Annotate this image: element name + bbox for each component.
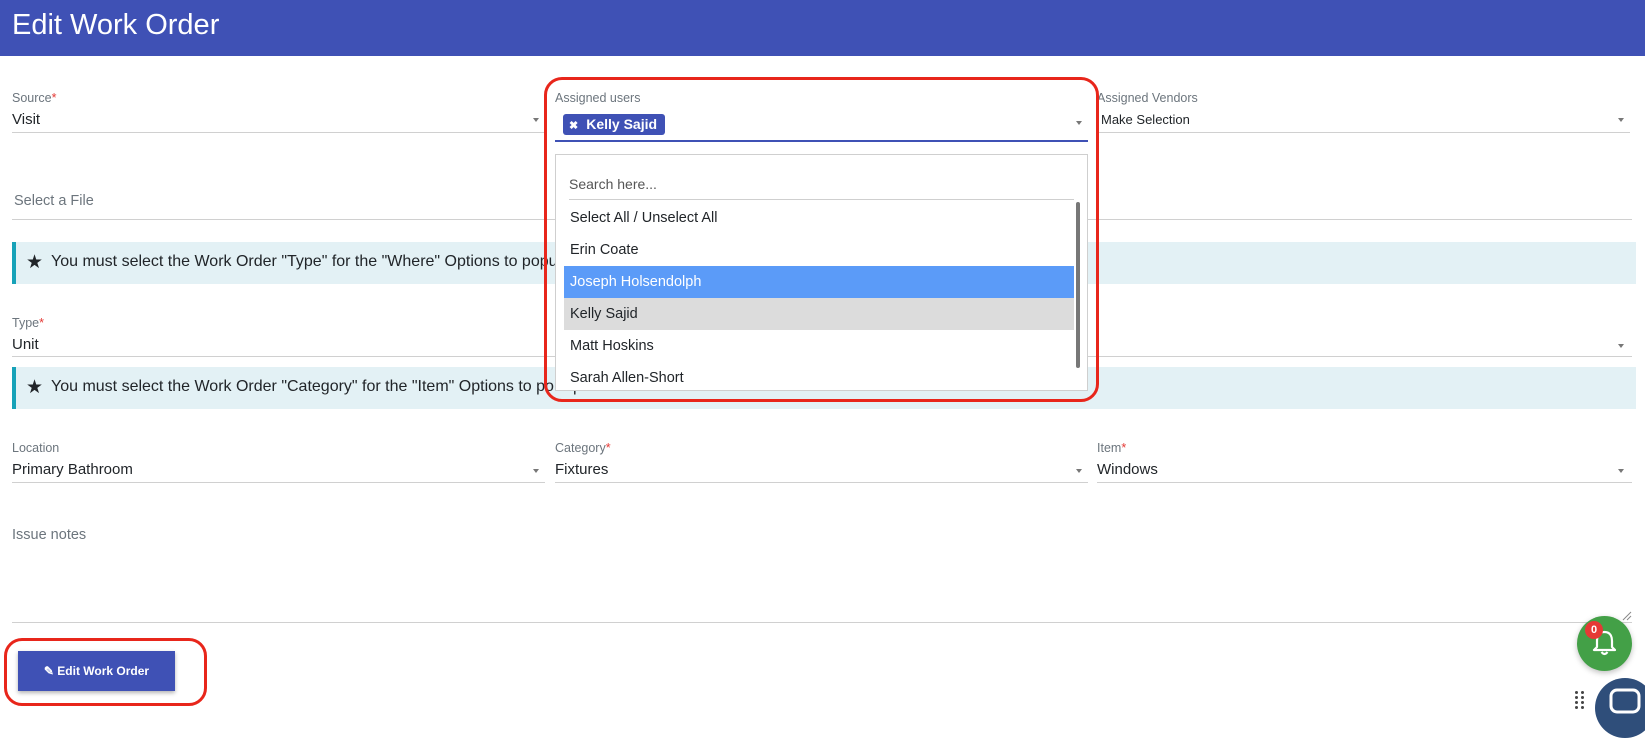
category-label: Category* [555,441,611,455]
edit-icon: ✎ [43,664,54,678]
location-select[interactable] [12,482,545,483]
assigned-vendors-select[interactable] [1097,132,1630,133]
edit-work-order-button[interactable]: ✎ Edit Work Order [18,651,175,691]
bell-icon [1592,630,1617,656]
source-label: Source* [12,91,57,105]
location-label: Location [12,441,60,455]
item-caret-icon [1618,469,1624,473]
file-input-placeholder: Select a File [14,193,94,209]
assigned-vendors-value: Make Selection [1101,112,1190,127]
chat-icon [1609,688,1641,714]
category-alert-text: You must select the Work Order "Category… [51,378,554,395]
type-alert-text: You must select the Work Order "Type" fo… [51,253,558,270]
item-value: Windows [1097,461,1158,478]
page-header: Edit Work Order [0,0,1645,56]
category-select[interactable] [555,482,1088,483]
source-select[interactable] [12,132,545,133]
item-label: Item* [1097,441,1127,455]
chat-launcher-button[interactable] [1595,678,1645,738]
issue-notes-placeholder: Issue notes [12,527,87,543]
source-value: Visit [12,111,41,128]
assigned-vendors-caret-icon [1618,118,1624,122]
issue-notes-textarea[interactable] [12,622,1632,623]
assigned-vendors-label: Assigned Vendors [1097,91,1198,105]
type-label: Type* [12,316,44,330]
type-value: Unit [12,336,39,353]
star-icon: ★ [26,377,44,398]
drag-grip-icon[interactable] [1575,691,1587,711]
location-value: Primary Bathroom [12,461,133,478]
page-title: Edit Work Order [12,9,220,41]
source-caret-icon [533,118,539,122]
category-value: Fixtures [555,461,609,478]
star-icon: ★ [26,252,44,273]
notification-count-badge: 0 [1585,621,1603,639]
item-select[interactable] [1097,482,1632,483]
edit-work-order-button-label: Edit Work Order [57,664,150,678]
assigned-users-highlight [544,77,1099,402]
category-caret-icon [1076,469,1082,473]
location-caret-icon [533,469,539,473]
notifications-button[interactable] [1577,616,1632,671]
type-caret-icon [1618,344,1624,348]
